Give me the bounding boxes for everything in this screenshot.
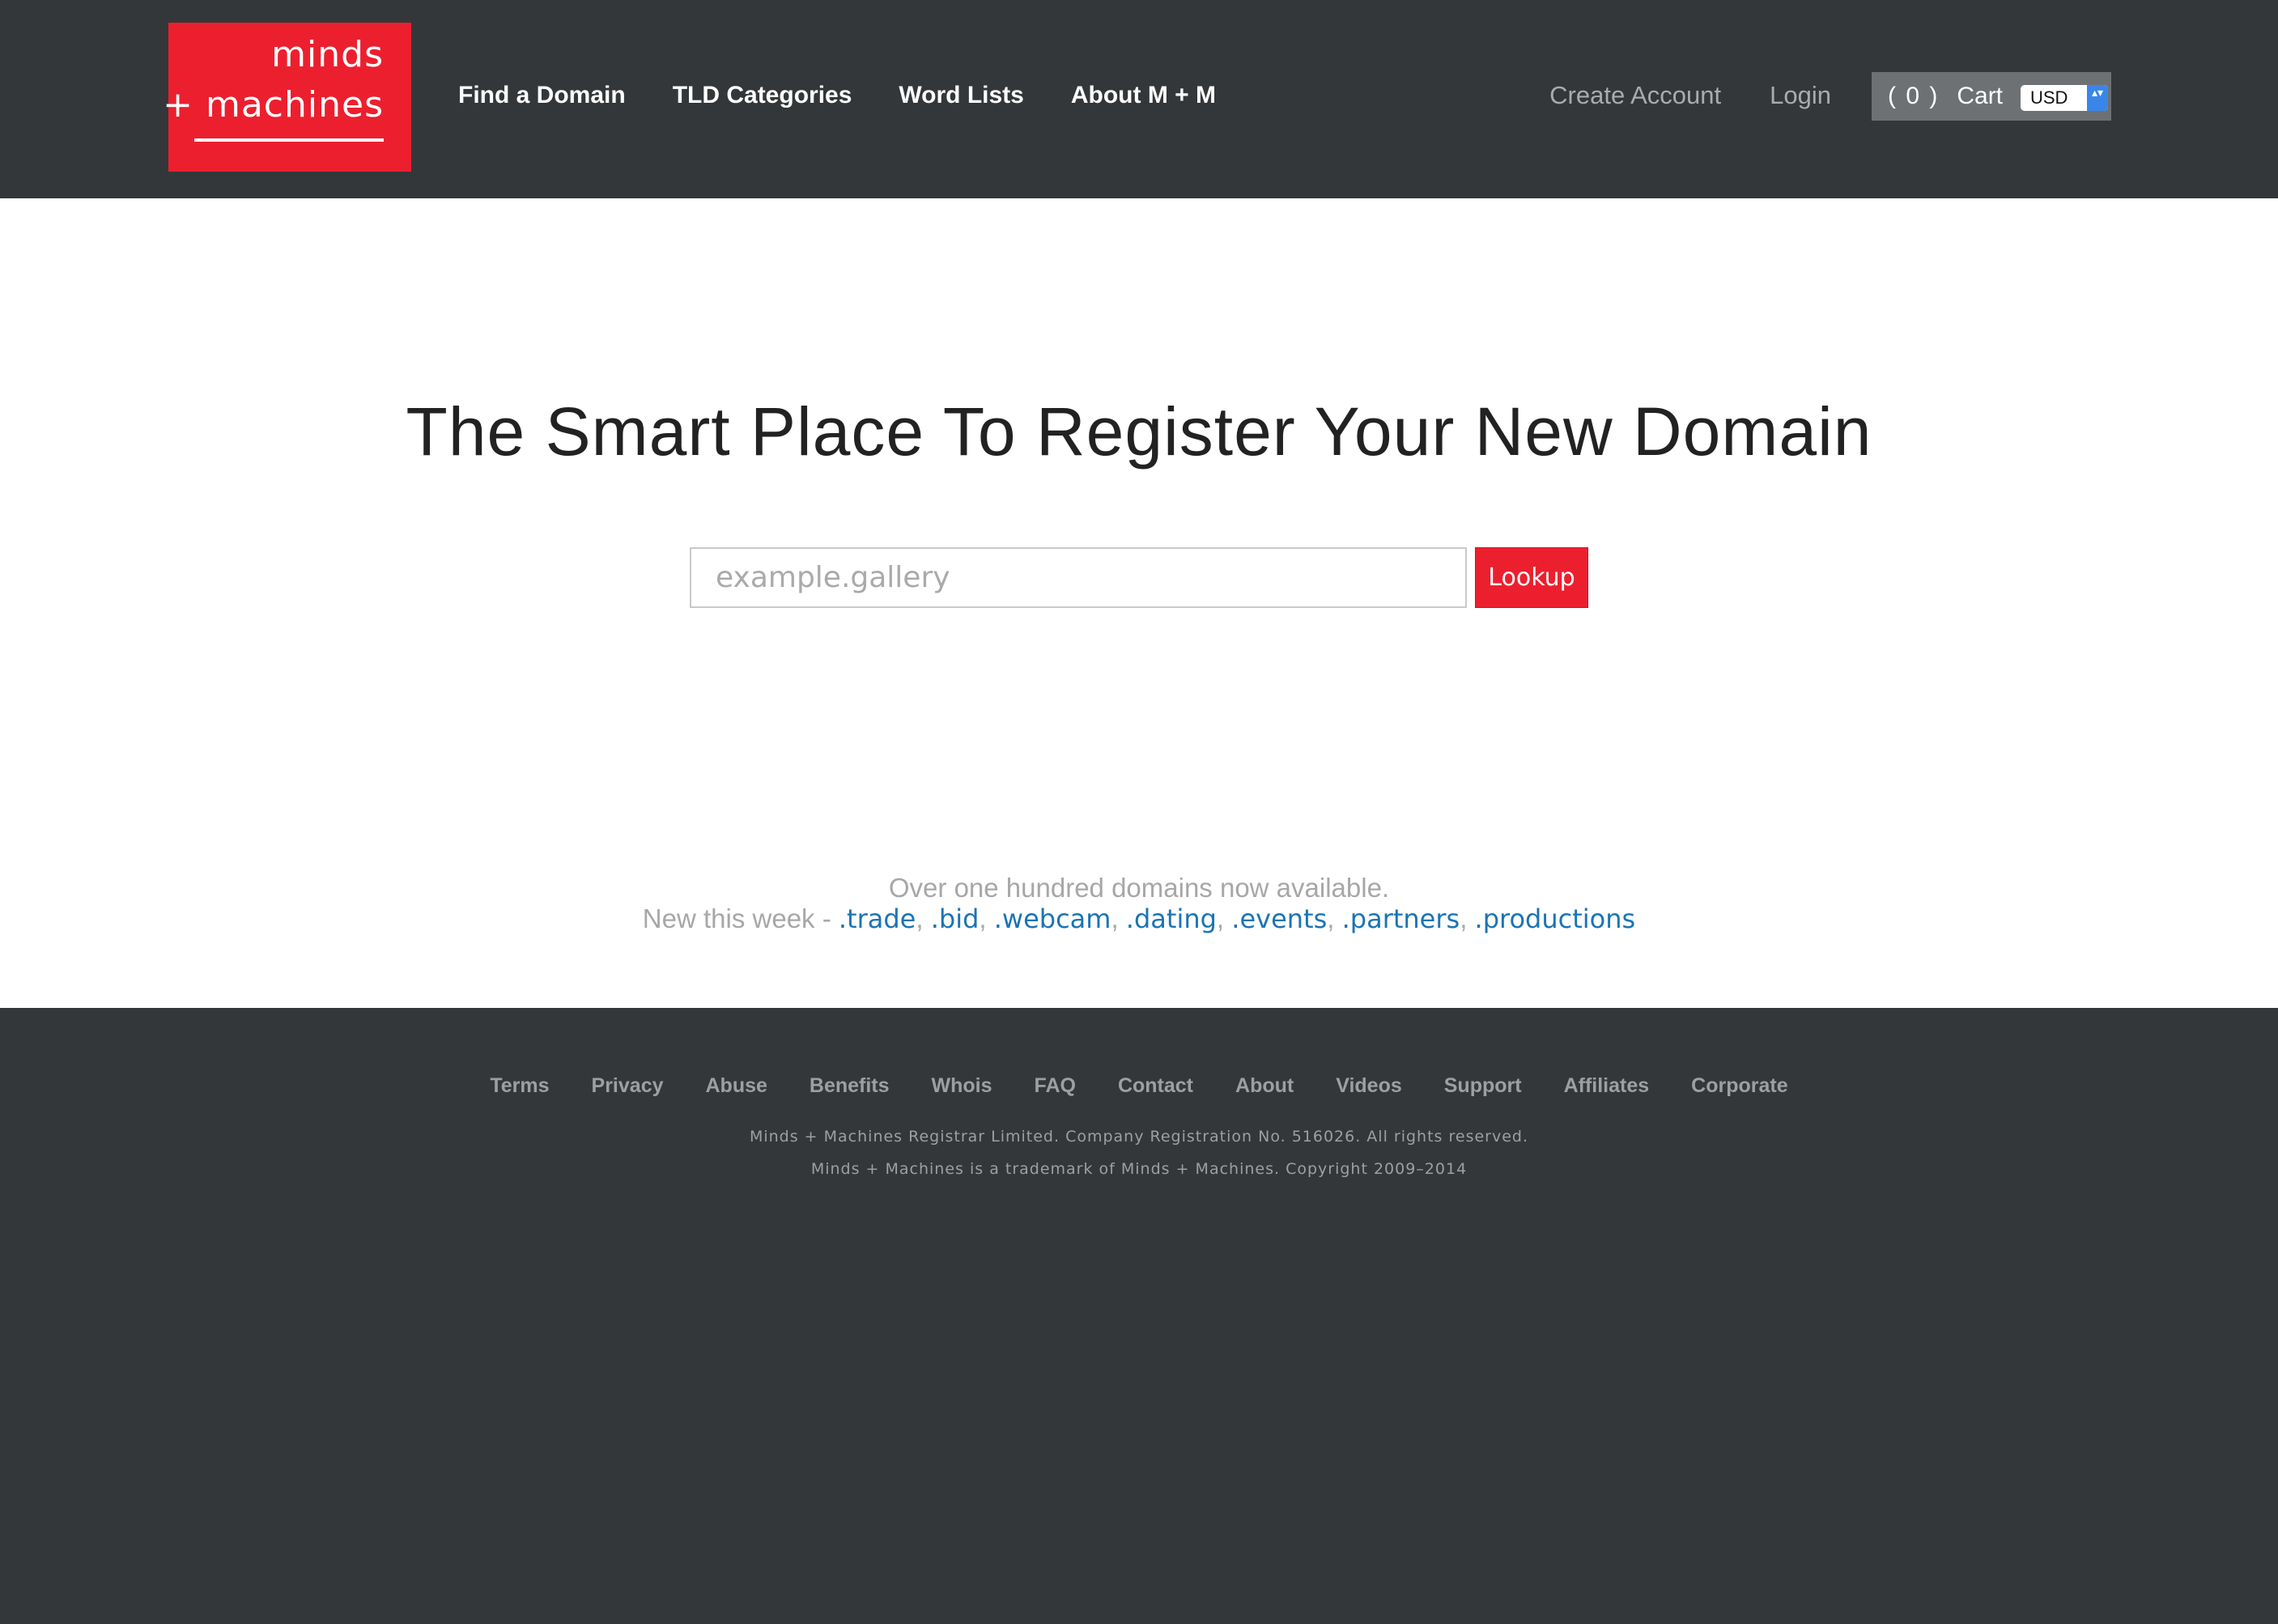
footer-nav: Terms Privacy Abuse Benefits Whois FAQ C… <box>0 1074 2278 1098</box>
site-footer: Terms Privacy Abuse Benefits Whois FAQ C… <box>0 1008 2278 1624</box>
logo-text-machines: + machines <box>163 84 384 125</box>
cart-count[interactable]: ( 0 ) <box>1888 83 1939 110</box>
login-link[interactable]: Login <box>1770 78 1831 113</box>
promo-text: Over one hundred domains now available. <box>888 873 1390 903</box>
site-header: minds + machines Find a Domain TLD Categ… <box>0 0 2278 198</box>
tld-link-partners[interactable]: .partners <box>1342 903 1460 934</box>
currency-selected-value: USD <box>2030 87 2068 108</box>
hero-section: The Smart Place To Register Your New Dom… <box>0 198 2278 1008</box>
cart-widget: ( 0 ) Cart USD ▴▾ <box>1872 72 2111 121</box>
footer-link-whois[interactable]: Whois <box>932 1074 992 1098</box>
nav-find-a-domain[interactable]: Find a Domain <box>458 78 626 113</box>
tld-link-bid[interactable]: .bid <box>931 903 980 934</box>
cart-link[interactable]: Cart <box>1957 83 2003 110</box>
tld-link-trade[interactable]: .trade <box>839 903 916 934</box>
footer-link-faq[interactable]: FAQ <box>1035 1074 1076 1098</box>
footer-link-privacy[interactable]: Privacy <box>592 1074 664 1098</box>
main-nav: Find a Domain TLD Categories Word Lists … <box>458 78 1216 113</box>
copyright-notice: Minds + Machines is a trademark of Minds… <box>810 1160 1468 1178</box>
nav-about-mm[interactable]: About M + M <box>1071 78 1216 113</box>
domain-search-input[interactable] <box>690 547 1467 608</box>
footer-link-terms[interactable]: Terms <box>490 1074 549 1098</box>
tld-link-events[interactable]: .events <box>1231 903 1327 934</box>
footer-link-corporate[interactable]: Corporate <box>1691 1074 1787 1098</box>
tld-link-dating[interactable]: .dating <box>1126 903 1217 934</box>
footer-link-affiliates[interactable]: Affiliates <box>1564 1074 1650 1098</box>
legal-notice: Minds + Machines Registrar Limited. Comp… <box>749 1128 1529 1146</box>
logo-underline <box>194 138 384 142</box>
new-this-week-label: New this week - <box>642 903 839 933</box>
page-title: The Smart Place To Register Your New Dom… <box>406 393 1872 470</box>
select-arrows-icon: ▴▾ <box>2087 85 2108 111</box>
account-nav: Create Account Login <box>1549 78 1831 113</box>
create-account-link[interactable]: Create Account <box>1549 78 1721 113</box>
footer-link-about[interactable]: About <box>1235 1074 1294 1098</box>
footer-link-contact[interactable]: Contact <box>1118 1074 1193 1098</box>
footer-link-benefits[interactable]: Benefits <box>810 1074 890 1098</box>
footer-link-support[interactable]: Support <box>1444 1074 1522 1098</box>
tld-link-webcam[interactable]: .webcam <box>994 903 1111 934</box>
new-this-week: New this week - .trade, .bid, .webcam, .… <box>642 903 1636 934</box>
nav-tld-categories[interactable]: TLD Categories <box>673 78 852 113</box>
lookup-button[interactable]: Lookup <box>1475 547 1588 608</box>
footer-link-videos[interactable]: Videos <box>1336 1074 1402 1098</box>
minds-machines-logo[interactable]: minds + machines <box>163 23 411 172</box>
footer-link-abuse[interactable]: Abuse <box>706 1074 767 1098</box>
logo-text-minds: minds <box>271 34 384 75</box>
nav-word-lists[interactable]: Word Lists <box>899 78 1023 113</box>
currency-select[interactable]: USD ▴▾ <box>2021 85 2108 111</box>
tld-link-productions[interactable]: .productions <box>1475 903 1636 934</box>
